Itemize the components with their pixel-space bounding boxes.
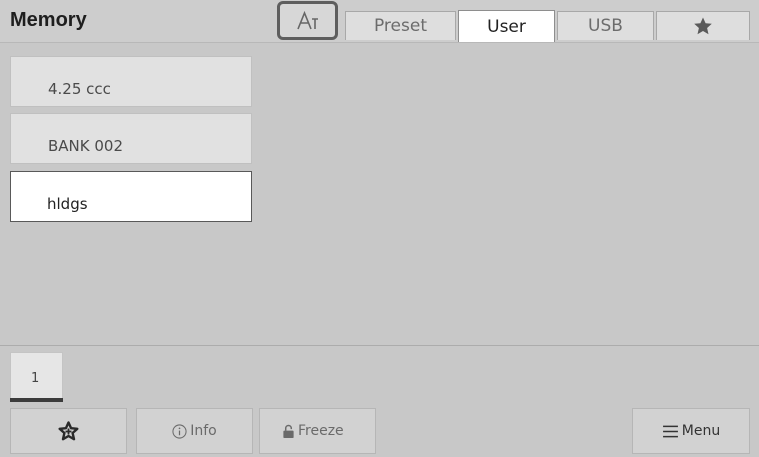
tab-user-label: User xyxy=(487,16,526,37)
menu-button[interactable]: Menu xyxy=(632,408,750,454)
add-favorite-button[interactable] xyxy=(10,408,127,454)
padlock-icon xyxy=(282,424,295,439)
tab-usb[interactable]: USB xyxy=(557,11,654,40)
page-number: 1 xyxy=(31,371,40,386)
info-button[interactable]: Info xyxy=(136,408,253,454)
memory-screen: Memory Preset User USB 4.25 ccc BANK 002… xyxy=(0,0,759,457)
info-label: Info xyxy=(190,423,217,439)
page-title: Memory xyxy=(10,9,87,31)
list-item-label: BANK 002 xyxy=(48,137,124,155)
page-button[interactable]: 1 xyxy=(10,352,63,400)
font-size-icon xyxy=(296,10,319,31)
list-item-label: hldgs xyxy=(47,195,88,213)
freeze-button[interactable]: Freeze xyxy=(259,408,376,454)
info-circle-icon xyxy=(172,423,187,439)
menu-label: Menu xyxy=(681,423,721,439)
header-bar: Memory Preset User USB xyxy=(0,0,759,43)
star-plus-icon xyxy=(58,421,79,441)
hamburger-icon xyxy=(662,425,679,438)
tab-preset[interactable]: Preset xyxy=(345,11,456,40)
tab-favorites[interactable] xyxy=(656,11,750,40)
tab-user[interactable]: User xyxy=(458,10,555,42)
tab-usb-label: USB xyxy=(588,16,623,36)
font-size-button[interactable] xyxy=(277,1,338,40)
freeze-label: Freeze xyxy=(298,423,344,439)
list-item-selected[interactable]: hldgs xyxy=(10,171,252,222)
active-page-indicator xyxy=(10,398,63,402)
divider xyxy=(0,345,759,346)
list-item[interactable]: BANK 002 xyxy=(10,113,252,164)
tab-preset-label: Preset xyxy=(373,16,427,36)
star-icon xyxy=(693,16,713,36)
list-item[interactable]: 4.25 ccc xyxy=(10,56,252,107)
list-item-label: 4.25 ccc xyxy=(48,80,111,98)
